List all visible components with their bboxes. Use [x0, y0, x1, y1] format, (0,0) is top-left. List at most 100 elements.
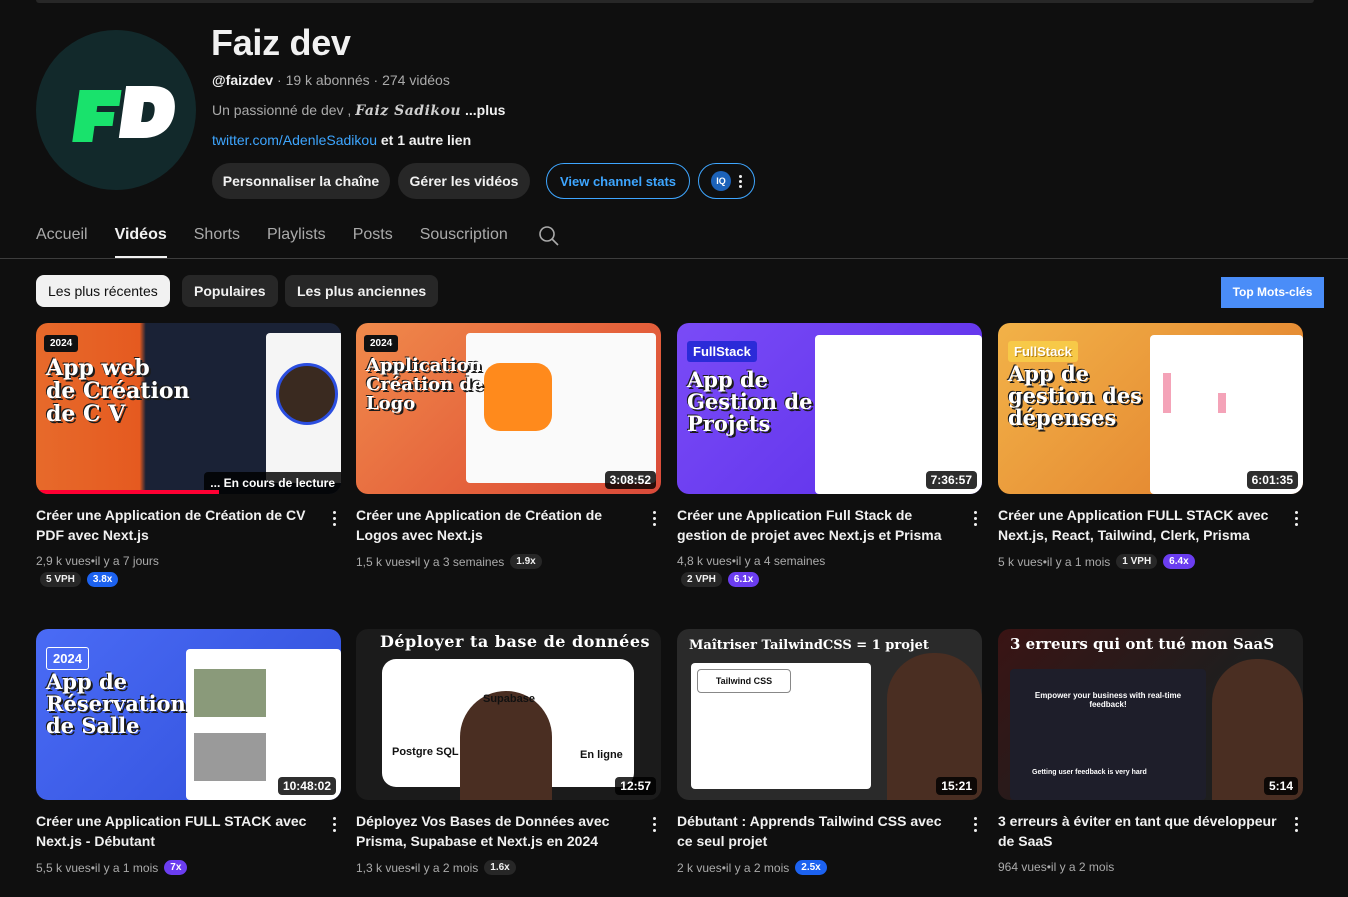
- video-stats: 5 VPH 3.8x: [36, 572, 119, 587]
- chip-latest[interactable]: Les plus récentes: [36, 275, 170, 307]
- chip-oldest[interactable]: Les plus anciennes: [285, 275, 439, 307]
- video-thumbnail[interactable]: 2024 App web de Création de C V ... En c…: [36, 323, 341, 494]
- video-title[interactable]: Créer une Application de Création de Log…: [356, 505, 636, 545]
- video-menu-icon[interactable]: [331, 511, 337, 526]
- upload-age: il y a 2 mois: [414, 860, 479, 875]
- room-photo-icon: [194, 733, 266, 781]
- tab-membership[interactable]: Souscription: [420, 224, 508, 258]
- video-meta: 2 k vues • il y a 2 mois 2.5x: [677, 860, 827, 875]
- video-count: 274 vidéos: [382, 72, 450, 88]
- thumbnail-title: Maîtriser TailwindCSS = 1 projet: [689, 638, 929, 653]
- tab-videos[interactable]: Vidéos: [114, 224, 167, 258]
- brand-badge: FullStack: [1008, 341, 1078, 362]
- channel-avatar[interactable]: [36, 30, 196, 190]
- video-menu-icon[interactable]: [331, 817, 337, 832]
- video-title[interactable]: Créer une Application Full Stack de gest…: [677, 505, 957, 545]
- video-thumbnail[interactable]: Tailwind CSS Maîtriser TailwindCSS = 1 p…: [677, 629, 982, 800]
- fd-logo-icon: [72, 86, 175, 142]
- chart-bar-icon: [1163, 373, 1171, 413]
- view-count: 4,8 k vues: [677, 554, 732, 568]
- upload-age: il y a 7 jours: [94, 554, 159, 568]
- video-menu-icon[interactable]: [651, 511, 657, 526]
- tab-posts[interactable]: Posts: [353, 224, 393, 258]
- video-menu-icon[interactable]: [1293, 817, 1299, 832]
- other-links[interactable]: et 1 autre lien: [381, 132, 471, 148]
- chip-popular[interactable]: Populaires: [182, 275, 278, 307]
- video-thumbnail[interactable]: FullStack App de Gestion de Projets 7:36…: [677, 323, 982, 494]
- portrait-icon: [276, 363, 338, 425]
- year-badge: 2024: [44, 335, 79, 352]
- video-stats: 2 VPH 6.1x: [677, 572, 760, 587]
- video-meta: 5,5 k vues • il y a 1 mois 7x: [36, 860, 188, 875]
- masthead-edge: [36, 0, 1314, 3]
- duration-badge: 3:08:52: [604, 471, 656, 489]
- video-card: 2024 Application Création de Logo 3:08:5…: [356, 323, 661, 569]
- duration-badge: 5:14: [1263, 777, 1298, 795]
- customize-channel-button[interactable]: Personnaliser la chaîne: [212, 163, 390, 199]
- person-photo: [460, 691, 552, 800]
- upload-age: il y a 3 semaines: [414, 554, 505, 569]
- subscriber-count: 19 k abonnés: [285, 72, 370, 88]
- manage-videos-button[interactable]: Gérer les vidéos: [398, 163, 530, 199]
- video-card: 2024 App web de Création de C V ... En c…: [36, 323, 341, 587]
- video-card: Empower your business with real-time fee…: [998, 629, 1303, 874]
- video-meta: 4,8 k vues • il y a 4 semaines: [677, 554, 826, 568]
- outlier-badge: 6.4x: [1163, 554, 1195, 569]
- video-menu-icon[interactable]: [1293, 511, 1299, 526]
- channel-description[interactable]: Un passionné de dev , Faiz Sadikou ...pl…: [212, 102, 505, 119]
- tab-playlists[interactable]: Playlists: [267, 224, 326, 258]
- video-title[interactable]: Créer une Application FULL STACK avec Ne…: [36, 811, 316, 851]
- vph-badge: 1 VPH: [1116, 554, 1158, 569]
- channel-meta: @faizdev · 19 k abonnés · 274 vidéos: [212, 72, 450, 88]
- video-menu-icon[interactable]: [972, 817, 978, 832]
- thumbnail-title: Déployer ta base de données: [380, 632, 651, 651]
- logo-app-icon: [484, 363, 552, 431]
- twitter-link[interactable]: twitter.com/AdenleSadikou: [212, 132, 377, 148]
- video-menu-icon[interactable]: [651, 817, 657, 832]
- video-title[interactable]: Créer une Application FULL STACK avec Ne…: [998, 505, 1278, 545]
- video-card: FullStack App de gestion des dépenses 6:…: [998, 323, 1303, 569]
- outlier-badge: 1.6x: [484, 860, 516, 875]
- video-title[interactable]: Débutant : Apprends Tailwind CSS avec ce…: [677, 811, 957, 851]
- thumbnail-title: App de Gestion de Projets: [687, 367, 813, 437]
- thumbnail-title: 3 erreurs qui ont tué mon SaaS: [1010, 635, 1275, 653]
- year-badge: 2024: [364, 335, 399, 352]
- saas-headline: Empower your business with real-time fee…: [1034, 691, 1182, 709]
- outlier-badge: 1.9x: [510, 554, 542, 569]
- video-thumbnail[interactable]: 2024 Application Création de Logo 3:08:5…: [356, 323, 661, 494]
- video-thumbnail[interactable]: Empower your business with real-time fee…: [998, 629, 1303, 800]
- video-menu-icon[interactable]: [972, 511, 978, 526]
- tailwind-label: Tailwind CSS: [697, 669, 791, 693]
- more-link[interactable]: ...plus: [465, 102, 505, 118]
- view-count: 2,9 k vues: [36, 554, 91, 568]
- channel-title: Faiz dev: [211, 22, 351, 63]
- postgres-label: Postgre SQL: [392, 746, 459, 758]
- video-thumbnail[interactable]: FullStack App de gestion des dépenses 6:…: [998, 323, 1303, 494]
- more-vert-icon: [739, 174, 742, 188]
- top-keywords-button[interactable]: Top Mots-clés: [1221, 277, 1324, 308]
- video-card: 2024 App de Réservation de Salle 10:48:0…: [36, 629, 341, 875]
- video-title[interactable]: Déployez Vos Bases de Données avec Prism…: [356, 811, 636, 851]
- outlier-badge: 6.1x: [727, 572, 760, 587]
- vph-badge: 5 VPH: [40, 572, 81, 587]
- tab-shorts[interactable]: Shorts: [194, 224, 240, 258]
- video-thumbnail[interactable]: 2024 App de Réservation de Salle 10:48:0…: [36, 629, 341, 800]
- video-title[interactable]: Créer une Application de Création de CV …: [36, 505, 316, 545]
- video-title[interactable]: 3 erreurs à éviter en tant que développe…: [998, 811, 1278, 851]
- view-channel-stats-button[interactable]: View channel stats: [546, 163, 690, 199]
- extension-menu-button[interactable]: IQ: [698, 163, 755, 199]
- video-thumbnail[interactable]: Déployer ta base de données Supabase Pos…: [356, 629, 661, 800]
- upload-age: il y a 1 mois: [94, 860, 159, 875]
- upload-age: il y a 2 mois: [725, 860, 790, 875]
- brand-badge: FullStack: [687, 341, 757, 362]
- view-count: 5 k vues: [998, 554, 1043, 569]
- signature-text: Faiz Sadikou: [355, 103, 462, 119]
- duration-badge: 7:36:57: [925, 471, 977, 489]
- search-icon[interactable]: [538, 225, 560, 247]
- supabase-label: Supabase: [483, 693, 535, 705]
- iq-extension-icon: IQ: [711, 171, 731, 191]
- tab-home[interactable]: Accueil: [36, 224, 88, 258]
- view-count: 2 k vues: [677, 860, 722, 875]
- room-photo-icon: [194, 669, 266, 717]
- outlier-badge: 7x: [164, 860, 188, 875]
